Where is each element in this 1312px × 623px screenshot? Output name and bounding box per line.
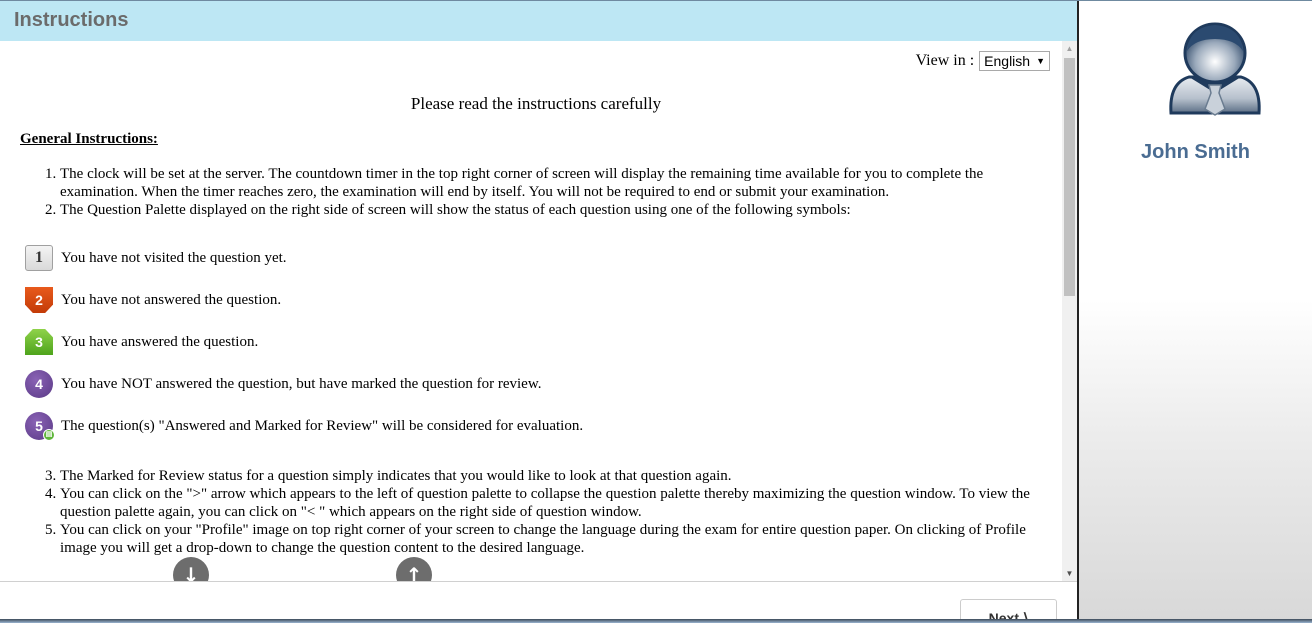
legend-row-marked-for-review: 4 You have NOT answered the question, bu… xyxy=(25,370,541,398)
language-label: View in : xyxy=(915,52,975,69)
instruction-item: The Marked for Review status for a quest… xyxy=(60,467,1050,485)
arrow-down-circle-icon[interactable]: ↓ xyxy=(173,557,209,581)
taskbar-strip xyxy=(0,619,1312,623)
symbol-number: 5 xyxy=(35,418,43,434)
answered-symbol-icon: 3 xyxy=(25,329,53,355)
legend-text: The question(s) "Answered and Marked for… xyxy=(61,417,584,434)
legend-text: You have NOT answered the question, but … xyxy=(61,375,542,392)
instructions-list-a: The clock will be set at the server. The… xyxy=(60,165,1050,219)
legend-row-not-answered: 2 You have not answered the question. xyxy=(25,287,281,313)
answered-badge-icon: ▤ xyxy=(43,429,55,441)
instruction-item: You can click on your "Profile" image on… xyxy=(60,521,1050,557)
scrollbar-thumb[interactable] xyxy=(1064,58,1075,296)
scroll-up-icon[interactable]: ▲ xyxy=(1062,41,1077,56)
instructions-panel: Instructions View in : English ▼ Please … xyxy=(0,1,1077,623)
answered-and-marked-symbol-icon: 5 ▤ xyxy=(25,412,55,441)
marked-for-review-symbol-icon: 4 xyxy=(25,370,53,398)
scroll-down-icon[interactable]: ▼ xyxy=(1062,566,1077,581)
header-bar: Instructions xyxy=(0,1,1077,41)
legend-text: You have not answered the question. xyxy=(61,291,282,308)
user-name: John Smith xyxy=(1141,141,1250,163)
legend-row-not-visited: 1 You have not visited the question yet. xyxy=(25,245,287,271)
instruction-item: You can click on the ">" arrow which app… xyxy=(60,485,1050,521)
footer-divider xyxy=(0,581,1077,582)
general-instructions-title: General Instructions: xyxy=(20,131,158,147)
vertical-scrollbar[interactable]: ▲ ▼ xyxy=(1062,41,1077,581)
language-dropdown[interactable]: English ▼ xyxy=(979,51,1050,71)
page-title: Instructions xyxy=(14,9,129,31)
legend-text: You have not visited the question yet. xyxy=(61,249,287,266)
chevron-down-icon: ▼ xyxy=(1036,56,1045,66)
instruction-item: The clock will be set at the server. The… xyxy=(60,165,1050,201)
user-avatar-icon[interactable] xyxy=(1165,21,1265,119)
instructions-list-b: The Marked for Review status for a quest… xyxy=(60,467,1050,557)
legend-text: You have answered the question. xyxy=(61,333,259,350)
headline: Please read the instructions carefully xyxy=(410,94,662,113)
not-answered-symbol-icon: 2 xyxy=(25,287,53,313)
language-selector: View in : English ▼ xyxy=(916,51,1050,71)
profile-panel: John Smith xyxy=(1077,1,1312,623)
arrow-up-circle-icon[interactable]: ↑ xyxy=(396,557,432,581)
instruction-item: The Question Palette displayed on the ri… xyxy=(60,201,1050,219)
language-selected: English xyxy=(984,53,1031,69)
instructions-content: View in : English ▼ Please read the inst… xyxy=(0,41,1062,581)
legend-row-answered-and-marked: 5 ▤ The question(s) "Answered and Marked… xyxy=(25,412,584,441)
legend-row-answered: 3 You have answered the question. xyxy=(25,329,258,355)
not-visited-symbol-icon: 1 xyxy=(25,245,53,271)
